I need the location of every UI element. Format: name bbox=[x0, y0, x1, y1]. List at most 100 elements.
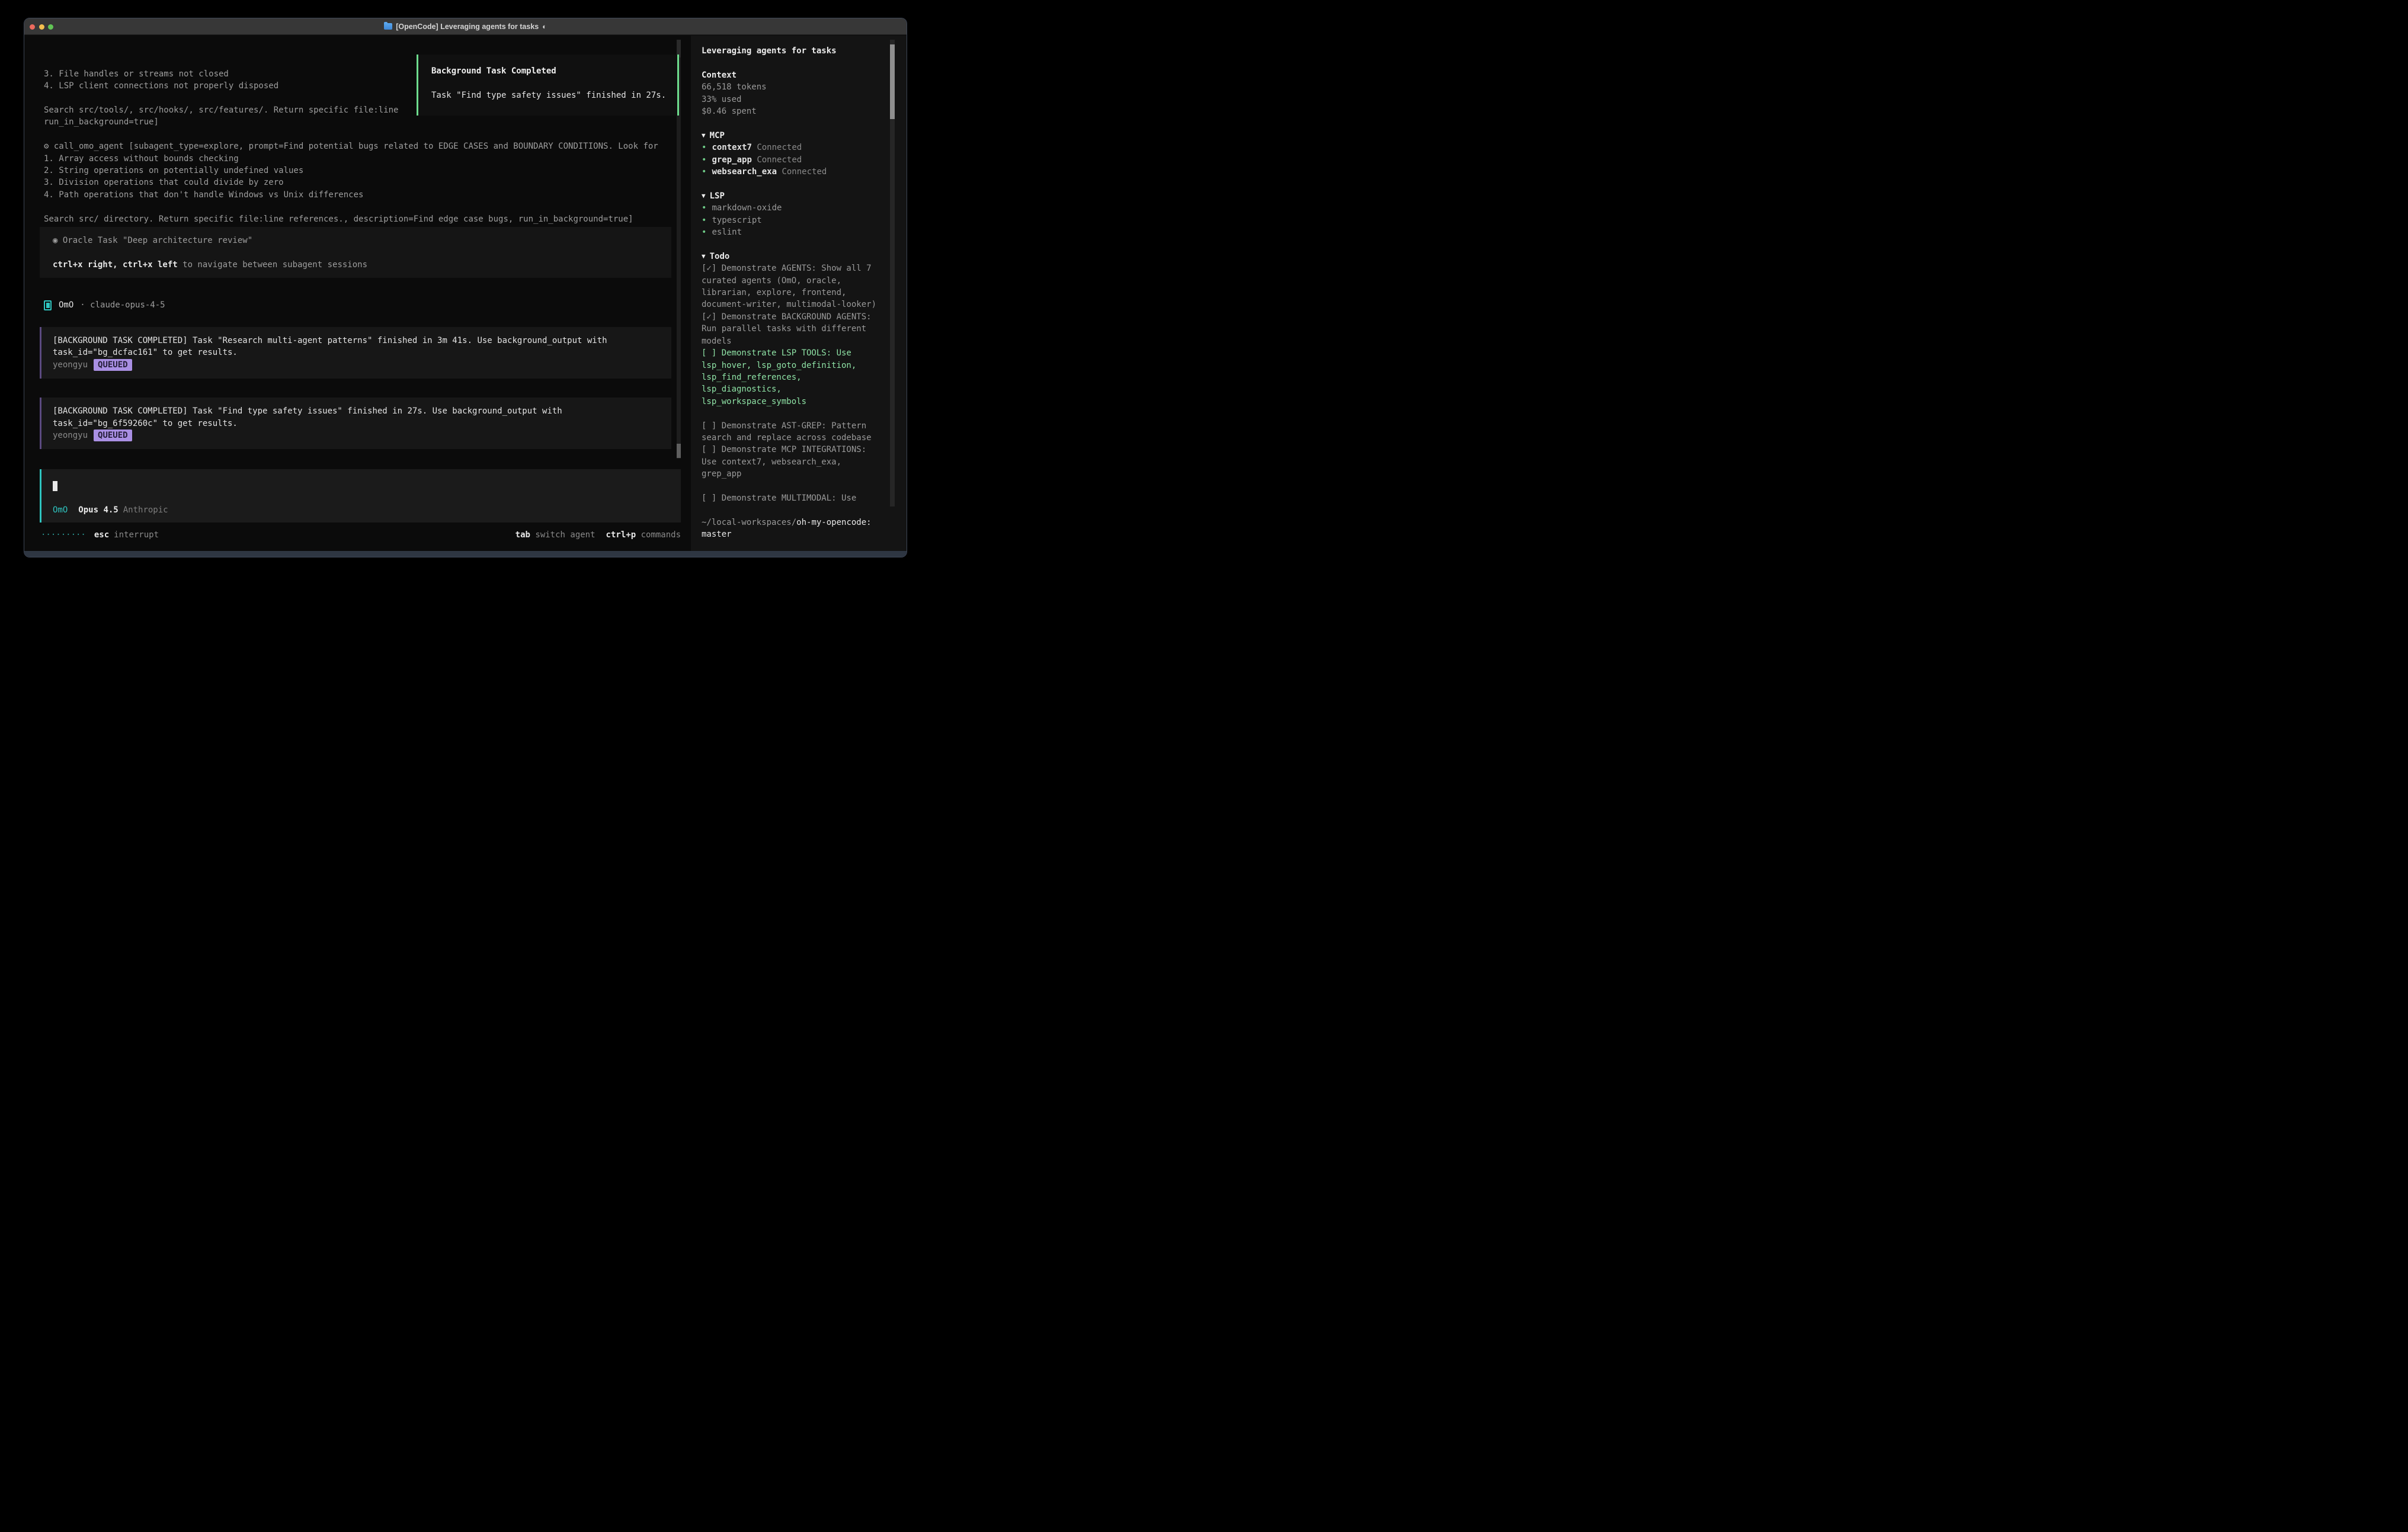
transcript-line: Search src/ directory. Return specific f… bbox=[44, 213, 658, 225]
transcript-line: ⚙ call_omo_agent [subagent_type=explore,… bbox=[44, 140, 658, 152]
todo-list: [✓] Demonstrate AGENTS: Show all 7 curat… bbox=[702, 262, 884, 504]
transcript-line: 1. Array access without bounds checking bbox=[44, 153, 658, 165]
collapse-icon: ▼ bbox=[702, 190, 706, 202]
esc-key-label: interrupt bbox=[114, 529, 159, 541]
git-branch: master bbox=[702, 530, 732, 539]
hint-text: to navigate between subagent sessions bbox=[178, 260, 367, 270]
sidebar-scrollbar-track[interactable] bbox=[890, 40, 895, 507]
close-window-button[interactable] bbox=[30, 24, 35, 30]
lsp-item: •typescript bbox=[702, 214, 884, 226]
session-title: Leveraging agents for tasks bbox=[702, 45, 884, 57]
todo-item: [✓] Demonstrate BACKGROUND AGENTS: Run p… bbox=[702, 311, 884, 347]
workspace-path-name: oh-my-opencode: bbox=[796, 518, 871, 527]
background-task-message: [BACKGROUND TASK COMPLETED] Task "Resear… bbox=[40, 327, 671, 379]
message-line1: [BACKGROUND TASK COMPLETED] Task "Find t… bbox=[53, 405, 671, 417]
oracle-task-box: ◉ Oracle Task "Deep architecture review"… bbox=[40, 227, 671, 278]
mcp-section: ▼MCP •context7 Connected •grep_app Conne… bbox=[702, 130, 884, 178]
oracle-task-hint: ctrl+x right, ctrl+x left to navigate be… bbox=[53, 259, 671, 271]
mcp-item: •websearch_exa Connected bbox=[702, 166, 884, 178]
todo-item: [ ] Demonstrate LSP TOOLS: Use lsp_hover… bbox=[702, 347, 884, 408]
lsp-heading[interactable]: ▼LSP bbox=[702, 190, 884, 202]
todo-item: [✓] Demonstrate AGENTS: Show all 7 curat… bbox=[702, 262, 884, 311]
lsp-list: •markdown-oxide •typescript •eslint bbox=[702, 202, 884, 238]
message-author: yeongyu bbox=[53, 431, 88, 440]
window-title: [OpenCode] Leveraging agents for tasks bbox=[396, 23, 539, 31]
transcript-line: 2. String operations on potentially unde… bbox=[44, 165, 658, 177]
workspace-path: ~/local-workspaces/oh-my-opencode: maste… bbox=[702, 517, 884, 541]
todo-checkbox: [✓] bbox=[702, 312, 722, 322]
input-footer: OmO Opus 4.5 Anthropic bbox=[53, 504, 168, 516]
background-task-notification: Background Task Completed Task "Find typ… bbox=[417, 55, 679, 116]
ctrlp-key-label: commands bbox=[641, 530, 681, 540]
esc-key-hint: esc bbox=[94, 529, 109, 541]
text-cursor bbox=[53, 481, 57, 491]
todo-checkbox: [ ] bbox=[702, 421, 722, 431]
todo-checkbox: [ ] bbox=[702, 445, 722, 454]
input-model-name: Opus 4.5 bbox=[78, 504, 118, 516]
window-bottom-bar bbox=[24, 551, 907, 557]
collapse-icon: ▼ bbox=[702, 130, 706, 142]
mcp-list: •context7 Connected •grep_app Connected … bbox=[702, 142, 884, 178]
todo-section: ▼Todo [✓] Demonstrate AGENTS: Show all 7… bbox=[702, 251, 884, 505]
agent-header-row: OmO · claude-opus-4-5 bbox=[44, 299, 165, 311]
mcp-item: •grep_app Connected bbox=[702, 154, 884, 166]
lsp-item: •markdown-oxide bbox=[702, 202, 884, 214]
queued-badge: QUEUED bbox=[94, 430, 132, 441]
prompt-input[interactable]: OmO Opus 4.5 Anthropic bbox=[40, 469, 681, 523]
todo-text: Demonstrate MULTIMODAL: Use bbox=[722, 493, 857, 503]
transcript-line: 3. Division operations that could divide… bbox=[44, 177, 658, 188]
lsp-section: ▼LSP •markdown-oxide •typescript •eslint bbox=[702, 190, 884, 239]
traffic-lights bbox=[30, 24, 53, 30]
workspace-path-prefix: ~/local-workspaces/ bbox=[702, 518, 796, 527]
status-dot-icon: • bbox=[702, 203, 706, 213]
spinner-icon: ········· bbox=[41, 529, 86, 541]
todo-checkbox: [ ] bbox=[702, 493, 722, 503]
todo-item: [ ] Demonstrate MULTIMODAL: Use bbox=[702, 492, 884, 504]
lsp-item: •eslint bbox=[702, 226, 884, 238]
zoom-window-button[interactable] bbox=[48, 24, 53, 30]
folder-icon bbox=[384, 23, 392, 30]
status-dot-icon: • bbox=[702, 167, 706, 177]
sidebar-scrollbar-thumb[interactable] bbox=[890, 44, 895, 119]
notification-title: Background Task Completed bbox=[431, 65, 677, 77]
todo-text: Demonstrate AST-GREP: Pattern search and… bbox=[702, 421, 872, 443]
tab-key-label: switch agent bbox=[535, 530, 595, 540]
main-scrollbar-thumb[interactable] bbox=[677, 444, 681, 458]
context-heading: Context bbox=[702, 69, 884, 81]
tab-key-hint: tab bbox=[515, 530, 530, 540]
input-agent-name: OmO bbox=[53, 504, 68, 516]
message-line2: task_id="bg_6f59260c" to get results. bbox=[53, 418, 671, 430]
message-list: [BACKGROUND TASK COMPLETED] Task "Resear… bbox=[40, 327, 671, 468]
transcript-line: run_in_background=true] bbox=[44, 116, 658, 128]
todo-item: [ ] Demonstrate MCP INTEGRATIONS: Use co… bbox=[702, 444, 884, 480]
mcp-heading[interactable]: ▼MCP bbox=[702, 130, 884, 142]
transcript-line bbox=[44, 129, 658, 140]
input-provider-name: Anthropic bbox=[123, 504, 168, 516]
session-sidebar: Leveraging agents for tasks Context 66,5… bbox=[691, 36, 907, 551]
agent-model: · claude-opus-4-5 bbox=[80, 299, 165, 311]
status-dot-icon: • bbox=[702, 227, 706, 237]
transcript-line bbox=[44, 201, 658, 213]
message-meta: yeongyuQUEUED bbox=[53, 359, 671, 371]
todo-heading[interactable]: ▼Todo bbox=[702, 251, 884, 262]
busy-indicator-icon: ◐ bbox=[542, 23, 547, 31]
transcript-line: 4. Path operations that don't handle Win… bbox=[44, 189, 658, 201]
hint-keys: ctrl+x right, ctrl+x left bbox=[53, 260, 178, 270]
todo-text: Demonstrate LSP TOOLS: Use lsp_hover, ls… bbox=[702, 348, 862, 406]
todo-checkbox: [ ] bbox=[702, 348, 722, 358]
message-meta: yeongyu QUEUED bbox=[53, 430, 671, 441]
context-stat-line: 66,518 tokens bbox=[702, 81, 884, 93]
status-dot-icon: • bbox=[702, 143, 706, 152]
todo-checkbox: [✓] bbox=[702, 264, 722, 273]
app-window: [OpenCode] Leveraging agents for tasks ◐… bbox=[24, 18, 907, 557]
minimize-window-button[interactable] bbox=[39, 24, 44, 30]
agent-name: OmO bbox=[59, 299, 73, 311]
ctrlp-key-hint: ctrl+p bbox=[606, 530, 636, 540]
message-line2: task_id="bg_dcfac161" to get results. bbox=[53, 347, 671, 358]
queued-badge: QUEUED bbox=[94, 359, 132, 371]
context-section: Context 66,518 tokens33% used$0.46 spent bbox=[702, 69, 884, 118]
status-dot-icon: • bbox=[702, 216, 706, 225]
todo-text: Demonstrate MCP INTEGRATIONS: Use contex… bbox=[702, 445, 872, 479]
background-task-message: [BACKGROUND TASK COMPLETED] Task "Find t… bbox=[40, 398, 671, 449]
omo-agent-icon bbox=[44, 300, 52, 310]
